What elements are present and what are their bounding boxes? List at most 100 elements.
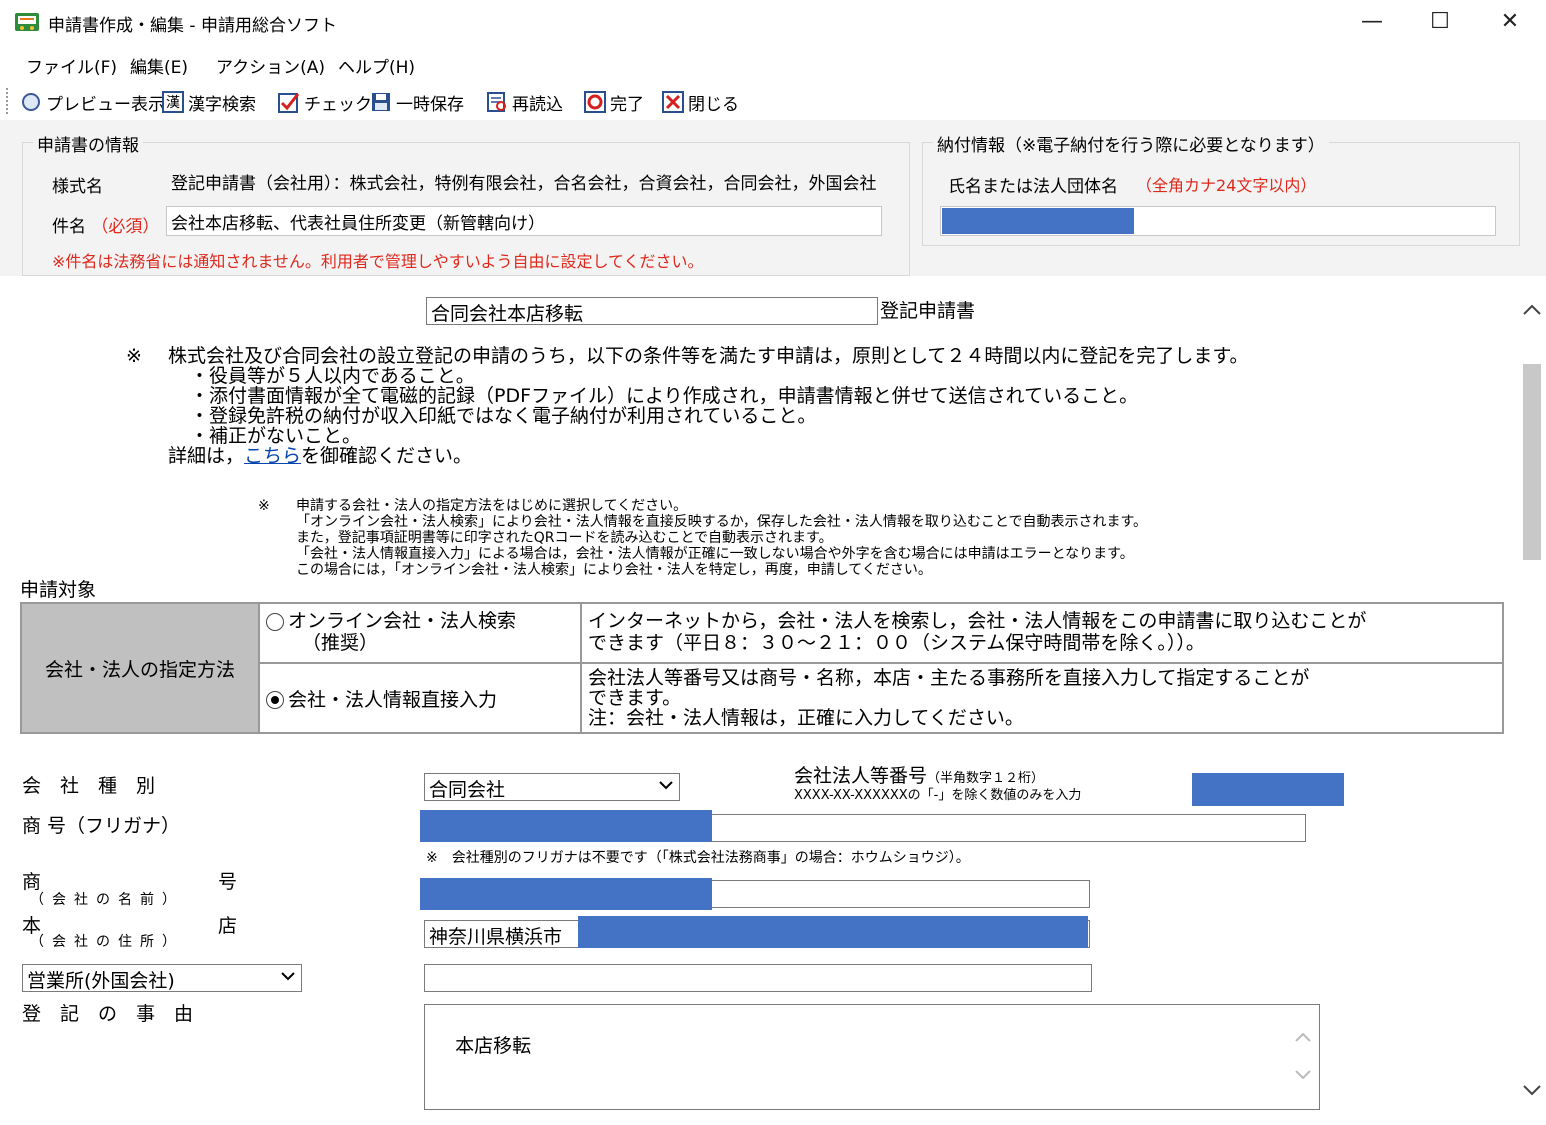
option-online-desc: インターネットから，会社・法人を検索し，会社・法人情報をこの申請書に取り込むこと…	[580, 602, 1504, 664]
reason-textarea[interactable]: 本店移転	[424, 1004, 1320, 1110]
trade-kana-label: 商 号（フリガナ）	[22, 815, 181, 837]
form-name-value: 登記申請書（会社用）：株式会社，特例有限会社，合名会社，合資会社，合同会社，外国…	[166, 166, 882, 196]
check-button[interactable]: チェック	[278, 88, 372, 116]
main-scrollbar[interactable]	[1518, 276, 1546, 1125]
option-direct-radio[interactable]	[266, 691, 284, 709]
scroll-thumb[interactable]	[1523, 364, 1541, 560]
form-body: 合同会社本店移転 登記申請書 ※ 株式会社及び合同会社の設立登記の申請のうち，以…	[0, 276, 1518, 1125]
option-direct-label: 会社・法人情報直接入力	[288, 688, 498, 711]
option-online-desc-1: インターネットから，会社・法人を検索し，会社・法人情報をこの申請書に取り込むこと…	[588, 610, 1367, 632]
option-online-desc-2: できます（平日８：３０～２１：００（システム保守時間帯を除く。））。	[588, 632, 1205, 654]
minimize-button[interactable]: —	[1352, 6, 1392, 38]
trade-name-label-2: 号	[218, 871, 238, 893]
subject-label-text: 件名	[52, 217, 86, 237]
corp-number-label: 会社法人等番号（半角数字１２桁）	[794, 766, 1044, 789]
redacted-corp-number[interactable]	[1192, 773, 1344, 806]
payer-name-label: 氏名または法人団体名	[948, 177, 1118, 197]
subject-note: ※件名は法務省には通知されません。利用者で管理しやすいよう自由に設定してください…	[52, 252, 704, 271]
notice2-line-1: 申請する会社・法人の指定方法をはじめに選択してください。	[296, 498, 688, 514]
chevron-down-icon	[281, 972, 295, 981]
notice2-line-5: この場合には，「オンライン会社・法人検索」により会社・法人を特定し，再度，申請し…	[296, 562, 932, 578]
close-form-button[interactable]: 閉じる	[662, 88, 739, 116]
textarea-scroll-up-icon[interactable]	[1294, 1030, 1312, 1044]
redacted-payer-name	[942, 208, 1134, 234]
option-online-label: オンライン会社・法人検索	[288, 610, 517, 632]
corp-number-hint: （半角数字１２桁）	[927, 771, 1045, 786]
complete-label: 完了	[610, 94, 644, 115]
trade-kana-note: ※ 会社種別のフリガナは不要です（「株式会社法務商事」の場合：ホウムショウジ）。	[426, 850, 970, 866]
company-type-label: 会 社 種 別	[22, 775, 156, 797]
branch-select[interactable]: 営業所(外国会社)	[22, 964, 302, 992]
head-office-sub: （会社の住所）	[30, 934, 184, 950]
application-info-title: 申請書の情報	[33, 131, 143, 156]
svg-text:漢: 漢	[166, 95, 180, 111]
method-table: 会社・法人の指定方法 オンライン会社・法人検索 （推奨） インターネットから，会…	[20, 602, 1504, 734]
menu-help[interactable]: ヘルプ(H)	[338, 53, 415, 78]
head-office-label-1: 本	[22, 915, 42, 937]
form-title-suffix: 登記申請書	[880, 300, 976, 322]
save-label: 一時保存	[396, 94, 464, 115]
menu-edit[interactable]: 編集(E)	[130, 53, 188, 78]
subject-required: （必須）	[91, 217, 160, 237]
reload-button[interactable]: 再読込	[486, 88, 563, 116]
option-direct-desc-3: 注：会社・法人情報は，正確に入力してください。	[588, 707, 1024, 729]
redacted-trade-kana	[420, 810, 712, 842]
notice2-line-2: 「オンライン会社・法人検索」により会社・法人情報を直接反映するか，保存した会社・…	[296, 514, 1148, 530]
option-direct-desc-2: できます。	[588, 687, 682, 709]
preview-label: プレビュー表示	[46, 94, 165, 115]
title-bar: 申請書作成・編集 - 申請用総合ソフト — ☐ ✕	[0, 0, 1546, 44]
app-icon	[15, 13, 39, 31]
menu-bar: ファイル(F) 編集(E) アクション(A) ヘルプ(H)	[0, 48, 1546, 80]
window-title: 申請書作成・編集 - 申請用総合ソフト	[48, 16, 337, 36]
branch-input[interactable]	[424, 964, 1092, 992]
subject-label: 件名 （必須）	[52, 212, 159, 237]
notice-line-5: ・補正がないこと。	[190, 425, 362, 447]
branch-select-value: 営業所(外国会社)	[27, 970, 175, 992]
details-link[interactable]: こちら	[244, 445, 301, 467]
company-type-select[interactable]: 合同会社	[424, 773, 680, 801]
save-button[interactable]: 一時保存	[370, 88, 464, 116]
details-line: 詳細は，こちらを御確認ください。	[168, 446, 472, 466]
textarea-scroll-down-icon[interactable]	[1294, 1068, 1312, 1082]
scroll-up-icon[interactable]	[1522, 302, 1542, 318]
menu-file[interactable]: ファイル(F)	[26, 53, 117, 78]
form-name-label: 様式名	[52, 177, 103, 197]
close-button[interactable]: ✕	[1490, 6, 1530, 38]
kanji-search-button[interactable]: 漢 漢字検索	[162, 88, 256, 116]
menu-action[interactable]: アクション(A)	[216, 53, 325, 78]
details-suffix: を御確認ください。	[301, 445, 473, 467]
payment-info-title: 納付情報（※電子納付を行う際に必要となります）	[933, 131, 1329, 156]
notice-line-4: ・登録免許税の納付が収入印紙ではなく電子納付が利用されていること。	[190, 405, 817, 427]
option-online-radio[interactable]	[266, 612, 284, 631]
complete-button[interactable]: 完了	[584, 88, 644, 116]
notice-mark: ※	[126, 345, 142, 367]
preview-button[interactable]: プレビュー表示	[20, 88, 165, 116]
redacted-head-office	[578, 916, 1088, 948]
option-online-cell[interactable]: オンライン会社・法人検索 （推奨）	[258, 602, 582, 664]
subject-input[interactable]: 会社本店移転、代表社員住所変更（新管轄向け）	[166, 206, 882, 236]
company-type-value: 合同会社	[429, 779, 506, 801]
form-title-input[interactable]: 合同会社本店移転	[426, 297, 878, 325]
notice2-line-3: また，登記事項証明書等に印字されたQRコードを読み込むことで自動表示されます。	[296, 530, 833, 546]
reason-value: 本店移転	[455, 1035, 532, 1057]
check-label: チェック	[304, 94, 372, 115]
maximize-button[interactable]: ☐	[1420, 6, 1460, 38]
notice2-mark: ※	[258, 498, 270, 514]
head-office-value: 神奈川県横浜市	[429, 926, 563, 948]
complete-icon	[584, 91, 606, 113]
corp-number-format: XXXX-XX-XXXXXXの「-」を除く数値のみを入力	[794, 788, 1082, 803]
trade-name-sub: （会社の名前）	[30, 892, 184, 908]
corp-number-label-text: 会社法人等番号	[794, 765, 928, 787]
close-icon	[662, 91, 684, 113]
option-direct-cell[interactable]: 会社・法人情報直接入力	[258, 662, 582, 734]
option-direct-desc: 会社法人等番号又は商号・名称，本店・主たる事務所を直接入力して指定することが で…	[580, 662, 1504, 734]
notice2-line-4: 「会社・法人情報直接入力」による場合は，会社・法人情報が正確に一致しない場合や外…	[296, 546, 1134, 562]
method-label: 会社・法人の指定方法	[20, 602, 260, 734]
trade-name-label-1: 商	[22, 871, 42, 893]
toolbar: プレビュー表示 漢 漢字検索 チェック 一時保存 再読込 完了 閉じる	[0, 84, 1546, 118]
save-icon	[372, 93, 390, 111]
preview-icon	[22, 93, 40, 111]
scroll-down-icon[interactable]	[1522, 1082, 1542, 1098]
close-form-label: 閉じる	[688, 94, 739, 115]
kanji-icon: 漢	[162, 91, 184, 113]
